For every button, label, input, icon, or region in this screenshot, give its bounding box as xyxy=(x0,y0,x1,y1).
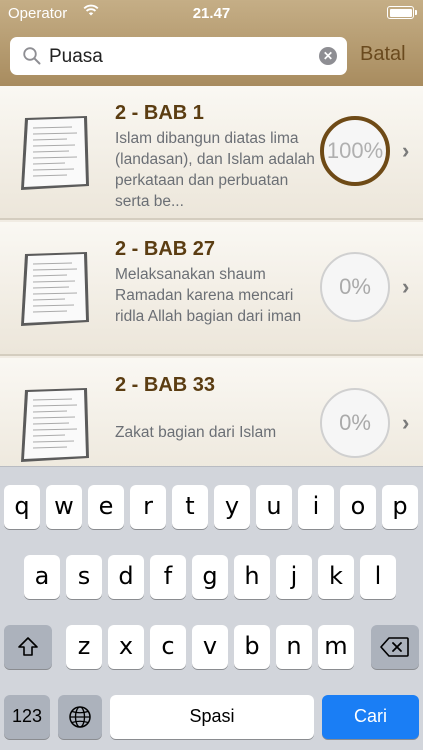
chevron-right-icon: › xyxy=(402,274,410,299)
list-item[interactable]: 2 - BAB 1 Islam dibangun diatas lima (la… xyxy=(0,86,423,220)
item-title: 2 - BAB 1 xyxy=(115,102,204,124)
item-title: 2 - BAB 27 xyxy=(115,238,216,260)
results-list: 2 - BAB 1 Islam dibangun diatas lima (la… xyxy=(0,86,423,466)
key-y[interactable]: y xyxy=(214,485,250,529)
delete-key[interactable] xyxy=(371,625,419,669)
key-m[interactable]: m xyxy=(318,625,354,669)
key-n[interactable]: n xyxy=(276,625,312,669)
status-bar: Operator 21.47 xyxy=(0,0,423,26)
space-key[interactable]: Spasi xyxy=(110,695,314,739)
key-p[interactable]: p xyxy=(382,485,418,529)
item-description: Melaksanakan shaum Ramadan karena mencar… xyxy=(115,266,302,325)
item-description: Islam dibangun diatas lima (landasan), d… xyxy=(115,130,315,210)
key-j[interactable]: j xyxy=(276,555,312,599)
key-o[interactable]: o xyxy=(340,485,376,529)
search-input[interactable]: Puasa xyxy=(49,46,103,68)
key-s[interactable]: s xyxy=(66,555,102,599)
key-a[interactable]: a xyxy=(24,555,60,599)
item-title: 2 - BAB 33 xyxy=(115,374,216,396)
search-bar[interactable]: Puasa ✕ xyxy=(10,37,347,75)
search-return-key[interactable]: Cari xyxy=(322,695,419,739)
numbers-key[interactable]: 123 xyxy=(4,695,50,739)
key-d[interactable]: d xyxy=(108,555,144,599)
key-v[interactable]: v xyxy=(192,625,228,669)
clock: 21.47 xyxy=(192,5,231,22)
clear-search-icon[interactable]: ✕ xyxy=(319,47,337,65)
key-u[interactable]: u xyxy=(256,485,292,529)
battery-icon xyxy=(387,6,417,19)
list-item[interactable]: 2 - BAB 27 Melaksanakan shaum Ramadan ka… xyxy=(0,222,423,356)
item-description: Zakat bagian dari Islam xyxy=(115,424,277,441)
key-b[interactable]: b xyxy=(234,625,270,669)
cancel-button[interactable]: Batal xyxy=(360,43,406,66)
progress-circle: 100% xyxy=(320,116,390,186)
search-icon xyxy=(23,47,41,65)
key-k[interactable]: k xyxy=(318,555,354,599)
progress-circle: 0% xyxy=(320,252,390,322)
navigation-bar: Operator 21.47 Puasa ✕ Batal xyxy=(0,0,423,86)
globe-icon xyxy=(69,706,91,728)
list-item[interactable]: 2 - BAB 33 Zakat bagian dari Islam 0% › xyxy=(0,358,423,466)
key-e[interactable]: e xyxy=(88,485,124,529)
backspace-icon xyxy=(380,637,409,657)
key-w[interactable]: w xyxy=(46,485,82,529)
key-q[interactable]: q xyxy=(4,485,40,529)
chevron-right-icon: › xyxy=(402,410,410,435)
shift-key[interactable] xyxy=(4,625,52,669)
key-f[interactable]: f xyxy=(150,555,186,599)
key-r[interactable]: r xyxy=(130,485,166,529)
progress-circle: 0% xyxy=(320,388,390,458)
key-z[interactable]: z xyxy=(66,625,102,669)
chevron-right-icon: › xyxy=(402,138,410,163)
key-h[interactable]: h xyxy=(234,555,270,599)
key-x[interactable]: x xyxy=(108,625,144,669)
document-icon xyxy=(21,388,89,462)
shift-icon xyxy=(18,637,38,656)
globe-key[interactable] xyxy=(58,695,102,739)
document-icon xyxy=(21,252,89,326)
key-t[interactable]: t xyxy=(172,485,208,529)
document-icon xyxy=(21,116,89,190)
key-i[interactable]: i xyxy=(298,485,334,529)
key-g[interactable]: g xyxy=(192,555,228,599)
keyboard: q w e r t y u i o p a s d f g h j k l z … xyxy=(0,466,423,750)
key-l[interactable]: l xyxy=(360,555,396,599)
key-c[interactable]: c xyxy=(150,625,186,669)
